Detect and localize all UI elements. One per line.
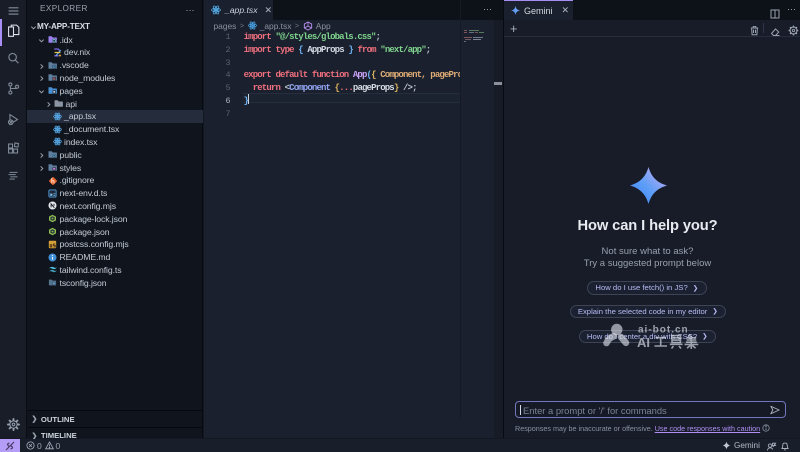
svg-text:ai-bot.cn: ai-bot.cn	[638, 325, 689, 336]
svg-text:AI: AI	[637, 335, 650, 350]
